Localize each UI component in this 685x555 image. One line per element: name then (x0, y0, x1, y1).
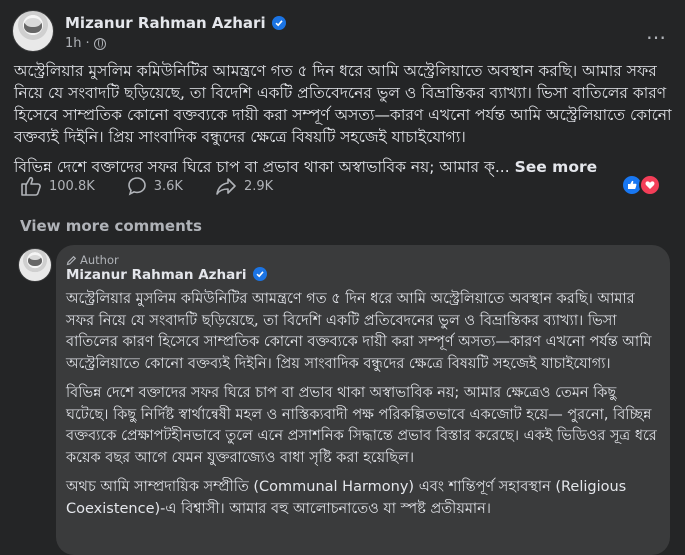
comment-bubble: Author Mizanur Rahman Azhari অস্ট্রেলিয়… (56, 245, 670, 555)
thumbs-up-icon (21, 176, 41, 196)
like-button[interactable]: 100.8K (20, 176, 95, 196)
verified-badge-icon (252, 267, 267, 281)
verified-badge-icon (271, 16, 286, 30)
comment-author-name-text[interactable]: Mizanur Rahman Azhari (66, 267, 247, 283)
more-options-button[interactable]: … (646, 20, 667, 44)
comment-author-name[interactable]: Mizanur Rahman Azhari (66, 267, 267, 283)
author-badge: Author (66, 253, 119, 267)
view-more-comments-link[interactable]: View more comments (20, 217, 202, 235)
comment-paragraph: অস্ট্রেলিয়ার মুসলিম কমিউনিটির আমন্ত্রণে… (66, 291, 652, 372)
author-badge-label: Author (80, 253, 119, 267)
post-author-name[interactable]: Mizanur Rahman Azhari (65, 14, 286, 32)
globe-icon (93, 37, 106, 50)
comment-button[interactable]: 3.6K (127, 176, 183, 196)
comment-icon (127, 177, 146, 196)
post-paragraph: অস্ট্রেলিয়ার মুসলিম কমিউনিটির আমন্ত্রণে… (14, 62, 672, 146)
post-header: Mizanur Rahman Azhari 1h · … (10, 4, 675, 56)
author-name-text[interactable]: Mizanur Rahman Azhari (65, 14, 266, 32)
share-count: 2.9K (243, 178, 274, 194)
comment-count: 3.6K (153, 178, 183, 194)
comment-author-avatar[interactable] (18, 248, 52, 282)
pen-icon (66, 255, 77, 265)
comment-body: অস্ট্রেলিয়ার মুসলিম কমিউনিটির আমন্ত্রণে… (66, 289, 662, 528)
reaction-bar: 100.8K 3.6K 2.9K (20, 174, 675, 198)
reaction-summary[interactable] (621, 174, 661, 196)
comment-paragraph: অথচ আমি সাম্প্রদায়িক সম্প্রীতি (Communa… (66, 479, 627, 517)
post-time[interactable]: 1h (65, 36, 82, 51)
post-meta: 1h · (65, 36, 106, 51)
post-body: অস্ট্রেলিয়ার মুসলিম কমিউনিটির আমন্ত্রণে… (14, 60, 674, 186)
like-count: 100.8K (49, 178, 95, 194)
author-avatar[interactable] (12, 10, 54, 52)
comment-paragraph: বিভিন্ন দেশে বক্তাদের সফর ঘিরে চাপ বা প্… (66, 385, 657, 466)
love-reaction-icon (639, 174, 661, 196)
share-button[interactable]: 2.9K (215, 176, 273, 196)
share-icon (216, 178, 236, 195)
